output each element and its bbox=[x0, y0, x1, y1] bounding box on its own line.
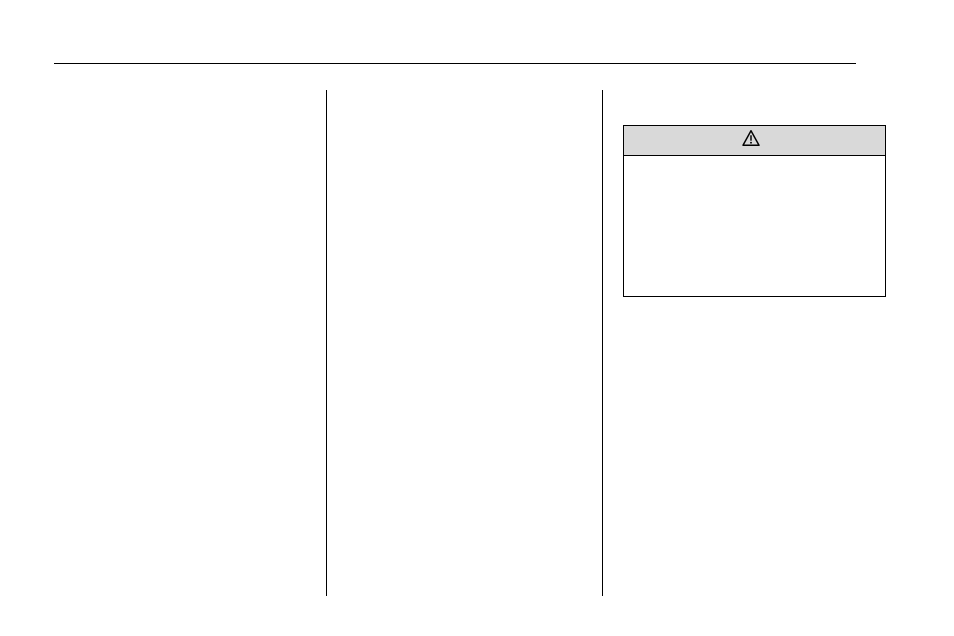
columns bbox=[54, 90, 856, 596]
warning-icon bbox=[742, 130, 760, 151]
caution-header bbox=[624, 126, 885, 156]
caution-body bbox=[624, 156, 885, 296]
document-page bbox=[0, 0, 954, 636]
column-2 bbox=[326, 90, 602, 596]
header-rule bbox=[54, 63, 856, 64]
caution-box bbox=[623, 125, 886, 297]
column-3 bbox=[602, 90, 856, 596]
column-1 bbox=[54, 90, 326, 596]
